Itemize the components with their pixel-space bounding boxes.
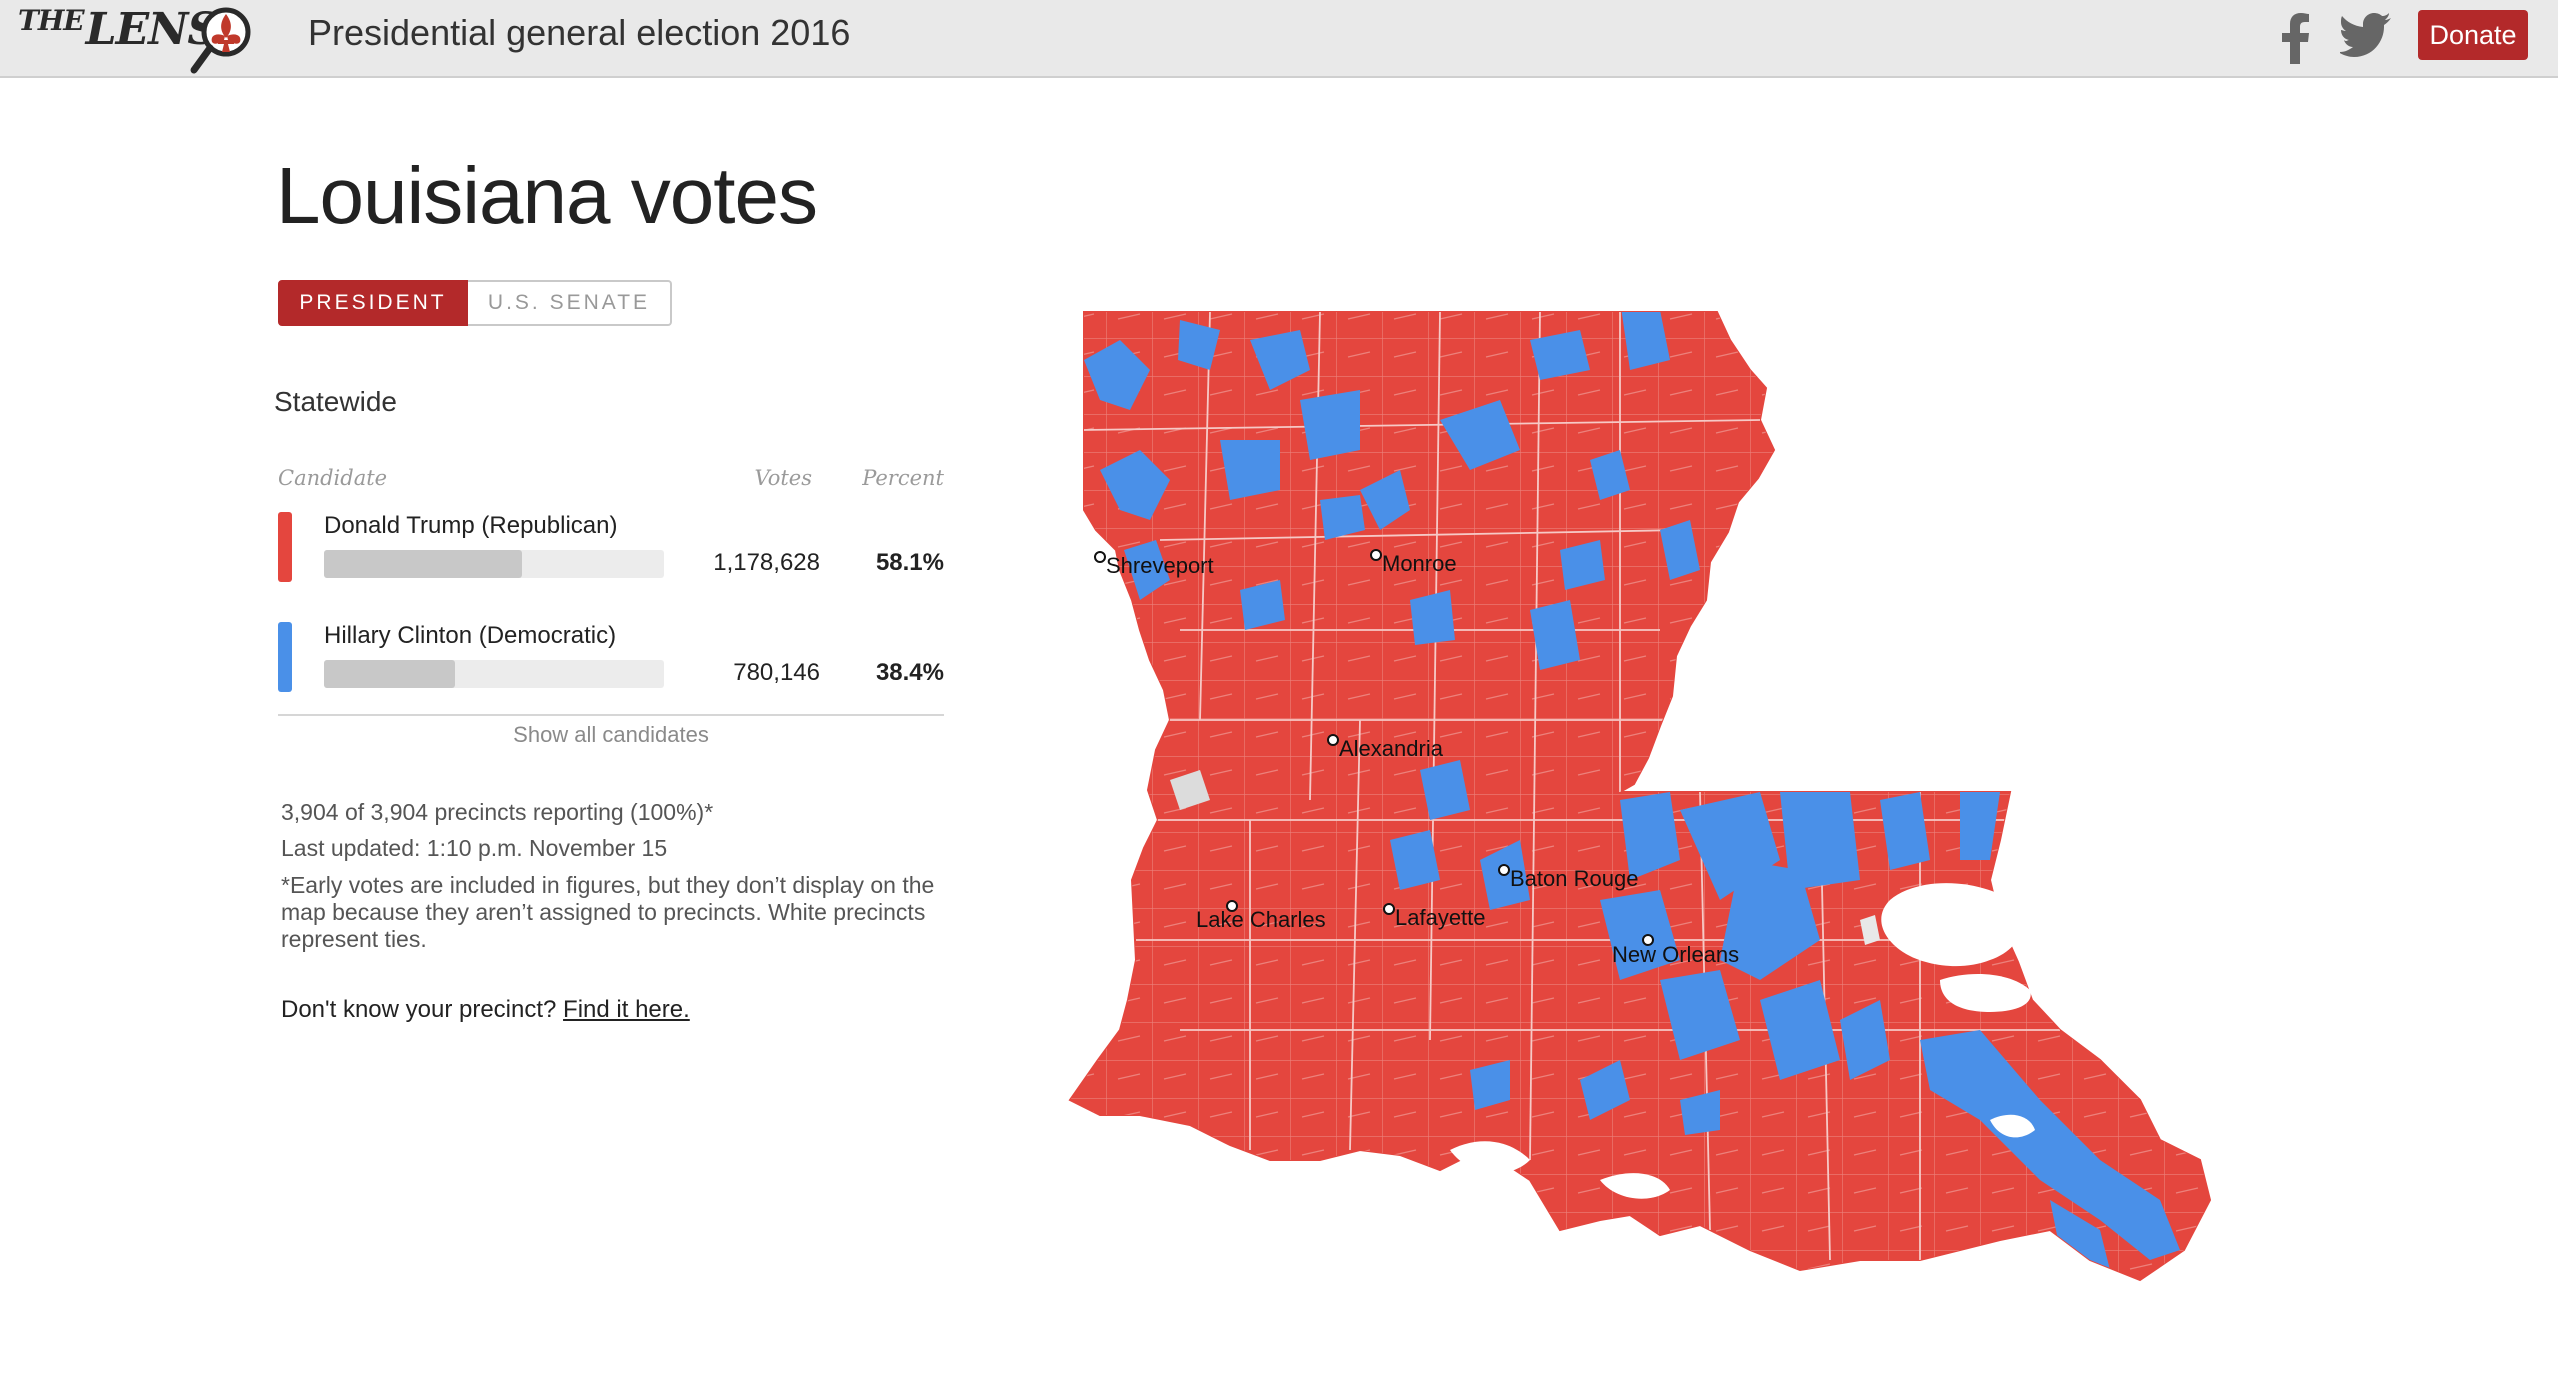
party-color-swatch — [278, 512, 292, 582]
city-label: Lake Charles — [1196, 907, 1326, 932]
donate-button[interactable]: Donate — [2418, 10, 2528, 60]
city-label: Lafayette — [1395, 905, 1486, 930]
city-marker-icon — [1383, 903, 1395, 915]
candidate-name: Hillary Clinton (Democratic) — [324, 622, 617, 649]
city-shreveport[interactable]: Shreveport — [1094, 551, 1214, 578]
the-lens-logo[interactable]: THELENS — [18, 0, 278, 74]
facebook-icon[interactable] — [2278, 12, 2312, 64]
column-header-votes: Votes — [754, 466, 812, 490]
city-label: Alexandria — [1339, 736, 1444, 761]
divider — [278, 714, 944, 716]
city-lafayette[interactable]: Lafayette — [1383, 903, 1486, 930]
vote-share-bar-fill — [324, 660, 455, 688]
show-all-candidates-link[interactable]: Show all candidates — [278, 722, 944, 748]
race-tabs: PRESIDENT U.S. SENATE — [278, 280, 672, 326]
city-marker-icon — [1094, 551, 1106, 563]
precincts-reporting: 3,904 of 3,904 precincts reporting (100%… — [281, 799, 714, 825]
magnifier-fleur-de-lis-icon — [190, 7, 251, 74]
city-marker-icon — [1498, 864, 1510, 876]
city-alexandria[interactable]: Alexandria — [1327, 734, 1444, 761]
twitter-icon[interactable] — [2340, 12, 2392, 58]
city-baton-rouge[interactable]: Baton Rouge — [1498, 864, 1638, 891]
find-precinct-text: Don't know your precinct? Find it here. — [281, 996, 690, 1024]
vote-share-bar — [324, 660, 664, 688]
column-header-candidate: Candidate — [278, 466, 388, 490]
candidate-row-trump: Donald Trump (Republican) 1,178,628 58.1… — [278, 512, 944, 582]
candidate-votes: 1,178,628 — [713, 549, 820, 576]
last-updated: Last updated: 1:10 p.m. November 15 — [281, 835, 668, 861]
city-label: Shreveport — [1106, 553, 1214, 578]
city-label: New Orleans — [1612, 942, 1739, 967]
column-header-percent: Percent — [862, 466, 944, 490]
section-title: Statewide — [274, 386, 397, 417]
top-bar: THELENS Presidential general election 20… — [0, 0, 2558, 78]
candidate-percent: 58.1% — [875, 549, 944, 576]
page-title: Louisiana votes — [276, 151, 818, 240]
tab-president[interactable]: PRESIDENT — [278, 280, 468, 326]
find-precinct-prefix: Don't know your precinct? — [281, 996, 564, 1023]
city-label: Baton Rouge — [1510, 866, 1638, 891]
city-marker-icon — [1327, 734, 1339, 746]
find-precinct-link[interactable]: Find it here. — [563, 996, 690, 1023]
candidate-row-clinton: Hillary Clinton (Democratic) 780,146 38.… — [278, 622, 944, 692]
tab-us-senate[interactable]: U.S. SENATE — [468, 280, 672, 326]
candidate-votes: 780,146 — [733, 659, 820, 686]
candidate-name: Donald Trump (Republican) — [324, 512, 618, 539]
vote-share-bar — [324, 550, 664, 578]
party-color-swatch — [278, 622, 292, 692]
city-monroe[interactable]: Monroe — [1370, 549, 1457, 576]
city-marker-icon — [1370, 549, 1382, 561]
candidate-percent: 38.4% — [875, 659, 944, 686]
vote-share-bar-fill — [324, 550, 522, 578]
city-label: Monroe — [1382, 551, 1457, 576]
early-votes-note: *Early votes are included in figures, bu… — [281, 872, 935, 952]
app-title: Presidential general election 2016 — [308, 12, 851, 53]
louisiana-precinct-map[interactable]: Shreveport Monroe Alexandria Baton Rouge… — [1060, 300, 2220, 1290]
